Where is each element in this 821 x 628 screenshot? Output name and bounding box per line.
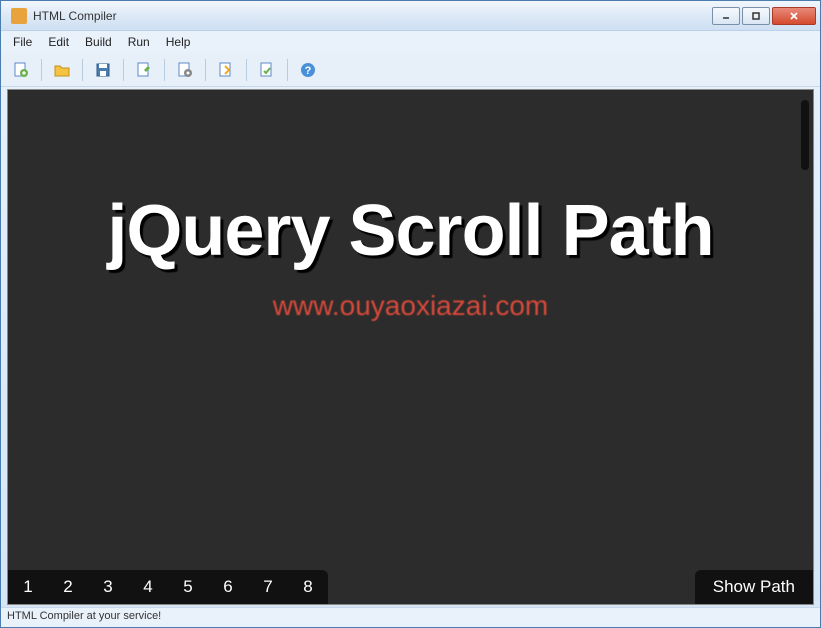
window-controls [712, 7, 816, 25]
maximize-button[interactable] [742, 7, 770, 25]
export-icon [217, 61, 235, 79]
nav-page-6[interactable]: 6 [208, 570, 248, 604]
maximize-icon [751, 11, 761, 21]
tool-settings-doc[interactable] [171, 57, 199, 83]
menu-edit[interactable]: Edit [40, 33, 77, 51]
scrollbar-thumb[interactable] [801, 100, 809, 170]
app-window: HTML Compiler File Edit Build Run Help [0, 0, 821, 628]
nav-page-2[interactable]: 2 [48, 570, 88, 604]
status-text: HTML Compiler at your service! [7, 610, 161, 622]
tool-export[interactable] [212, 57, 240, 83]
minimize-button[interactable] [712, 7, 740, 25]
minimize-icon [721, 11, 731, 21]
new-file-icon [12, 61, 30, 79]
toolbar-separator [246, 59, 247, 81]
toolbar-separator [164, 59, 165, 81]
menu-build[interactable]: Build [77, 33, 120, 51]
settings-doc-icon [176, 61, 194, 79]
close-button[interactable] [772, 7, 816, 25]
tool-help[interactable]: ? [294, 57, 322, 83]
toolbar-separator [123, 59, 124, 81]
open-folder-icon [53, 61, 71, 79]
watermark-text: www.ouyaoxiazai.com [8, 290, 813, 322]
show-path-button[interactable]: Show Path [695, 570, 813, 604]
headline-text: jQuery Scroll Path [8, 190, 813, 272]
nav-page-8[interactable]: 8 [288, 570, 328, 604]
close-icon [788, 11, 800, 21]
help-icon: ? [299, 61, 317, 79]
toolbar-separator [205, 59, 206, 81]
app-icon [11, 8, 27, 24]
svg-text:?: ? [305, 65, 312, 77]
toolbar-separator [287, 59, 288, 81]
window-title: HTML Compiler [33, 9, 712, 23]
menu-help[interactable]: Help [158, 33, 199, 51]
tool-edit-doc[interactable] [130, 57, 158, 83]
nav-page-5[interactable]: 5 [168, 570, 208, 604]
nav-page-1[interactable]: 1 [8, 570, 48, 604]
titlebar: HTML Compiler [1, 1, 820, 31]
statusbar: HTML Compiler at your service! [1, 607, 820, 627]
menu-file[interactable]: File [5, 33, 40, 51]
edit-doc-icon [135, 61, 153, 79]
nav-page-7[interactable]: 7 [248, 570, 288, 604]
toolbar: ? [1, 53, 820, 87]
nav-page-4[interactable]: 4 [128, 570, 168, 604]
toolbar-separator [41, 59, 42, 81]
menu-run[interactable]: Run [120, 33, 158, 51]
check-doc-icon [258, 61, 276, 79]
tool-new[interactable] [7, 57, 35, 83]
save-icon [94, 61, 112, 79]
nav-page-3[interactable]: 3 [88, 570, 128, 604]
tool-open[interactable] [48, 57, 76, 83]
menubar: File Edit Build Run Help [1, 31, 820, 53]
tool-save[interactable] [89, 57, 117, 83]
toolbar-separator [82, 59, 83, 81]
page-nav: 1 2 3 4 5 6 7 8 [8, 570, 328, 604]
tool-check-doc[interactable] [253, 57, 281, 83]
content-area: jQuery Scroll Path www.ouyaoxiazai.com 1… [7, 89, 814, 605]
